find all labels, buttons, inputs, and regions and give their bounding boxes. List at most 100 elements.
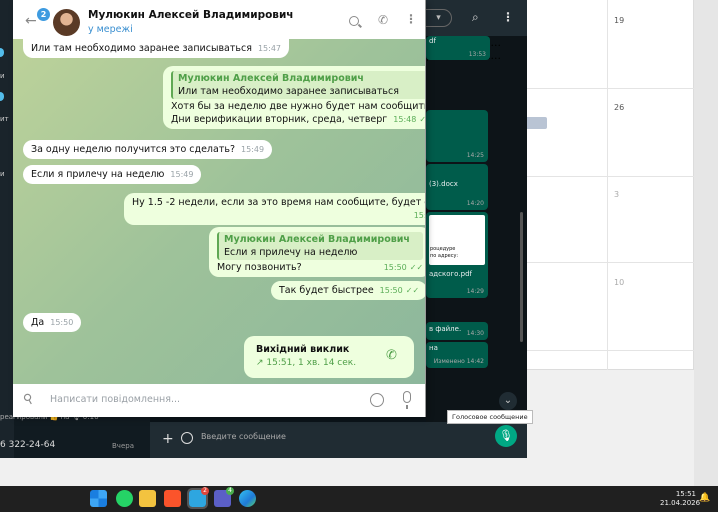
message-time: 15:49 bbox=[170, 170, 194, 179]
message-edited: Изменено 14:42 bbox=[433, 358, 484, 365]
message-text: Или там необходимо заранее записываться bbox=[31, 43, 252, 54]
contact-name[interactable]: Мулюкин Алексей Владимирович bbox=[88, 9, 294, 21]
phone-icon[interactable]: ✆ bbox=[378, 13, 388, 27]
taskbar-badge: 4 bbox=[226, 487, 234, 495]
reply-quote[interactable]: Мулюкин Алексей Владимирович Если я прил… bbox=[217, 232, 424, 260]
clock-time: 15:51 bbox=[675, 490, 696, 498]
telegram-input-bar: ⚲ Написати повідомлення... bbox=[13, 384, 425, 417]
paperclip-icon[interactable]: ⚲ bbox=[21, 391, 37, 409]
message-text: Если я прилечу на неделю bbox=[31, 169, 165, 180]
message-out[interactable]: Мулюкин Алексей Владимирович Если я прил… bbox=[209, 227, 425, 277]
message-input[interactable]: Написати повідомлення... bbox=[50, 394, 180, 405]
file-explorer-icon[interactable] bbox=[139, 490, 156, 507]
notification-bell-icon[interactable]: 🔔 bbox=[699, 493, 710, 503]
avatar[interactable] bbox=[53, 9, 80, 36]
pdf-preview-line: по адресу: bbox=[430, 253, 459, 259]
telegram-chat-header: ← 2 Мулюкин Алексей Владимирович у мереж… bbox=[13, 0, 425, 39]
contact-status: у мережі bbox=[88, 24, 133, 35]
message-time: 15:50 bbox=[383, 263, 407, 272]
message-in[interactable]: За одну неделю получится это сделать? 15:… bbox=[23, 140, 273, 159]
message-time: 15:48 bbox=[393, 115, 417, 124]
clock-date: 21.04.2026 bbox=[660, 499, 701, 507]
calendar-grid-line bbox=[521, 350, 695, 351]
message-out[interactable]: Ну 1.5 -2 недели, если за это время нам … bbox=[124, 193, 425, 225]
edge-browser-icon[interactable] bbox=[239, 490, 256, 507]
calendar-day[interactable]: 3 bbox=[614, 190, 619, 199]
file-message[interactable]: в файле. 14:30 bbox=[426, 322, 488, 340]
message-in[interactable]: Да 15:50 bbox=[23, 313, 82, 332]
quote-text: Если я прилечу на неделю bbox=[224, 247, 358, 258]
more-icon[interactable]: ⋮ bbox=[502, 10, 514, 24]
message-time: 15:49 bbox=[241, 145, 265, 154]
calendar-day[interactable]: 19 bbox=[614, 16, 624, 25]
outgoing-call-message[interactable]: Вихідний виклик ↗ 15:51, 1 хв. 14 сек. ✆ bbox=[244, 336, 414, 378]
pdf-preview: роцедуре по адресу: bbox=[429, 215, 485, 265]
message-in[interactable]: Или там необходимо заранее записываться 1… bbox=[23, 39, 289, 58]
file-name: в файле. bbox=[429, 325, 462, 333]
reply-quote[interactable]: Мулюкин Алексей Владимирович Или там нео… bbox=[171, 71, 425, 99]
message-text: Хотя бы за неделю две нужно будет нам со… bbox=[171, 101, 426, 112]
phone-icon[interactable]: ✆ bbox=[386, 348, 397, 363]
taskbar: 2 4 15:51 21.04.2026 🔔 bbox=[0, 486, 718, 512]
whatsapp-chat-header: ▾ ⌕ ⋮ bbox=[426, 0, 527, 36]
message-out[interactable]: Так будет быстрее 15:50 ✓✓ bbox=[271, 281, 425, 300]
file-name: адского.pdf bbox=[429, 270, 473, 278]
message-text: Да bbox=[31, 317, 45, 328]
emoji-icon[interactable] bbox=[181, 432, 193, 444]
whatsapp-sidebar: и ит и bbox=[0, 0, 14, 458]
image-message[interactable]: 14:25 bbox=[426, 110, 488, 162]
microphone-icon[interactable] bbox=[403, 391, 411, 409]
voice-tooltip: Голосовое сообщение bbox=[447, 410, 533, 424]
message-time: 15:50 bbox=[50, 318, 74, 327]
message-time: 15:49 bbox=[413, 211, 425, 220]
scrollbar[interactable] bbox=[520, 212, 523, 342]
back-arrow-icon[interactable]: ← bbox=[25, 13, 37, 29]
calendar-day[interactable]: 10 bbox=[614, 278, 624, 287]
chat-list-preview[interactable]: реагировали 👍 на 🎙 0:16 6 322-24-64 Вчер… bbox=[0, 410, 150, 458]
calendar-grid-line bbox=[607, 0, 608, 370]
chat-preview-date: Вчера bbox=[112, 442, 134, 450]
file-message[interactable]: (3).docx 14:20 bbox=[426, 164, 488, 210]
message-time: 15:47 bbox=[257, 44, 281, 53]
scroll-down-button[interactable]: ⌄ bbox=[499, 392, 517, 410]
whatsapp-app-icon[interactable] bbox=[116, 490, 133, 507]
search-icon[interactable]: ⌕ bbox=[472, 10, 479, 25]
text-message[interactable]: на Изменено 14:42 bbox=[426, 342, 488, 368]
message-input[interactable]: Введите сообщение bbox=[201, 432, 286, 441]
message-text: на bbox=[429, 344, 438, 352]
message-out[interactable]: Мулюкин Алексей Владимирович Или там нео… bbox=[163, 66, 426, 129]
file-message[interactable]: df 13:53 bbox=[426, 36, 490, 60]
pdf-message[interactable]: роцедуре по адресу: адского.pdf 14:29 bbox=[426, 212, 488, 298]
message-text: Так будет быстрее bbox=[279, 285, 374, 296]
windows-start-icon[interactable] bbox=[90, 490, 107, 507]
quote-author: Мулюкин Алексей Владимирович bbox=[178, 73, 364, 84]
sidebar-label: и bbox=[0, 170, 5, 178]
read-check-icon: ✓✓ bbox=[409, 263, 424, 272]
message-time: 14:20 bbox=[466, 200, 484, 207]
quote-text: Или там необходимо заранее записываться bbox=[178, 86, 399, 97]
plus-icon[interactable]: + bbox=[162, 431, 174, 447]
desktop-edge bbox=[694, 0, 718, 486]
taskbar-badge: 2 bbox=[201, 487, 209, 495]
chevron-down-icon: ⌄ bbox=[503, 395, 513, 406]
message-time: 14:29 bbox=[466, 288, 484, 295]
search-icon[interactable] bbox=[349, 16, 359, 26]
whatsapp-input-bar: + Введите сообщение bbox=[150, 422, 527, 458]
unread-dot bbox=[0, 48, 4, 57]
message-time: 13:53 bbox=[468, 51, 486, 58]
more-icon[interactable]: ⋮ bbox=[405, 12, 417, 26]
microphone-icon: 🎙 bbox=[499, 429, 513, 442]
system-clock[interactable]: 15:51 21.04.2026 bbox=[660, 490, 701, 508]
brave-browser-icon[interactable] bbox=[164, 490, 181, 507]
calendar-grid-line bbox=[521, 176, 695, 177]
quote-author: Мулюкин Алексей Владимирович bbox=[224, 234, 410, 245]
message-time: 14:30 bbox=[466, 330, 484, 337]
calendar-window: 19 26 3 10 bbox=[520, 0, 695, 370]
video-call-dropdown[interactable]: ▾ bbox=[426, 9, 452, 27]
voice-message-button[interactable]: 🎙 bbox=[495, 425, 517, 447]
emoji-icon[interactable] bbox=[370, 393, 384, 407]
message-in[interactable]: Если я прилечу на неделю 15:49 bbox=[23, 165, 202, 184]
sidebar-label: ит bbox=[0, 115, 9, 123]
calendar-day[interactable]: 26 bbox=[614, 103, 624, 112]
message-text: Дни верификации вторник, среда, четверг bbox=[171, 114, 388, 125]
